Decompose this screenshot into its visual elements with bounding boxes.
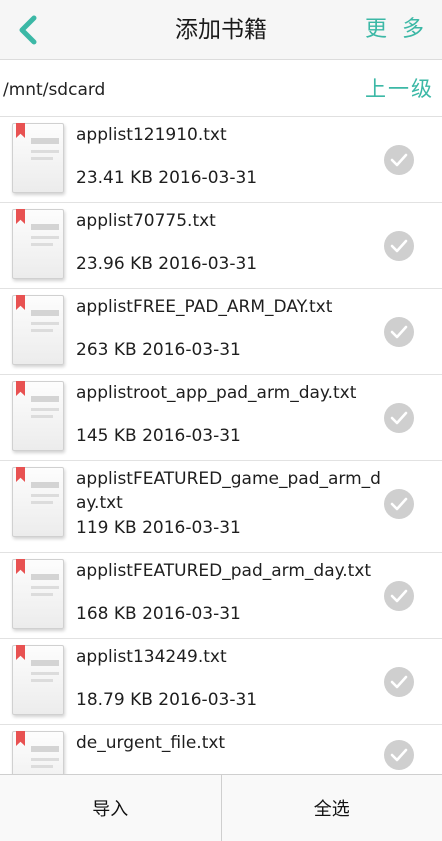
file-size: 18.79 KB bbox=[76, 690, 153, 710]
file-list-item[interactable]: de_urgent_file.txt bbox=[0, 725, 442, 774]
book-file-icon bbox=[12, 123, 64, 193]
checkmark-icon bbox=[390, 153, 408, 167]
file-size: 145 KB bbox=[76, 426, 137, 446]
file-meta: 145 KB 2016-03-31 bbox=[76, 425, 241, 447]
book-file-icon bbox=[12, 467, 64, 537]
file-name: applistFREE_PAD_ARM_DAY.txt bbox=[76, 297, 333, 317]
more-button[interactable]: 更 多 bbox=[365, 0, 428, 60]
book-file-icon bbox=[12, 559, 64, 629]
book-file-icon bbox=[12, 295, 64, 365]
book-file-icon bbox=[12, 209, 64, 279]
select-checkbox[interactable] bbox=[384, 403, 414, 433]
bookmark-ribbon-icon bbox=[16, 559, 25, 574]
checkmark-icon bbox=[390, 675, 408, 689]
file-size: 23.96 KB bbox=[76, 254, 153, 274]
file-name: applistroot_app_pad_arm_day.txt bbox=[76, 383, 357, 403]
select-checkbox[interactable] bbox=[384, 145, 414, 175]
file-date: 2016-03-31 bbox=[158, 168, 258, 188]
checkmark-icon bbox=[390, 239, 408, 253]
file-meta: 23.41 KB 2016-03-31 bbox=[76, 167, 257, 189]
header-bar: 添加书籍 更 多 bbox=[0, 0, 442, 60]
file-list: applist121910.txt 23.41 KB 2016-03-31 appl… bbox=[0, 117, 442, 774]
file-name: applistFEATURED_game_pad_arm_day.txt bbox=[76, 469, 381, 513]
select-checkbox[interactable] bbox=[384, 489, 414, 519]
import-button[interactable]: 导入 bbox=[0, 775, 221, 841]
file-name: applist70775.txt bbox=[76, 211, 216, 231]
current-path: /mnt/sdcard bbox=[3, 80, 106, 100]
file-list-item[interactable]: applist70775.txt 23.96 KB 2016-03-31 bbox=[0, 203, 442, 289]
file-meta: 23.96 KB 2016-03-31 bbox=[76, 253, 257, 275]
book-file-icon bbox=[12, 731, 64, 774]
checkmark-icon bbox=[390, 589, 408, 603]
file-size: 23.41 KB bbox=[76, 168, 153, 188]
checkmark-icon bbox=[390, 748, 408, 762]
file-name: applist134249.txt bbox=[76, 647, 227, 667]
bookmark-ribbon-icon bbox=[16, 467, 25, 482]
back-button[interactable] bbox=[6, 8, 50, 52]
file-date: 2016-03-31 bbox=[158, 690, 258, 710]
select-checkbox[interactable] bbox=[384, 740, 414, 770]
bookmark-ribbon-icon bbox=[16, 731, 25, 746]
file-name: de_urgent_file.txt bbox=[76, 733, 226, 753]
checkmark-icon bbox=[390, 497, 408, 511]
file-date: 2016-03-31 bbox=[142, 340, 241, 360]
file-size: 119 KB bbox=[76, 518, 137, 538]
bookmark-ribbon-icon bbox=[16, 295, 25, 310]
file-size: 168 KB bbox=[76, 604, 137, 624]
file-meta: 263 KB 2016-03-31 bbox=[76, 339, 241, 361]
select-checkbox[interactable] bbox=[384, 581, 414, 611]
file-meta: 18.79 KB 2016-03-31 bbox=[76, 689, 257, 711]
checkmark-icon bbox=[390, 325, 408, 339]
file-meta: 168 KB 2016-03-31 bbox=[76, 603, 241, 625]
bookmark-ribbon-icon bbox=[16, 209, 25, 224]
select-checkbox[interactable] bbox=[384, 231, 414, 261]
file-date: 2016-03-31 bbox=[142, 604, 241, 624]
file-list-item[interactable]: applistroot_app_pad_arm_day.txt 145 KB 20… bbox=[0, 375, 442, 461]
file-date: 2016-03-31 bbox=[142, 426, 241, 446]
parent-directory-button[interactable]: 上一级 bbox=[365, 61, 434, 117]
select-all-button[interactable]: 全选 bbox=[220, 775, 442, 841]
select-checkbox[interactable] bbox=[384, 317, 414, 347]
bottom-action-bar: 导入 全选 bbox=[0, 774, 442, 841]
book-file-icon bbox=[12, 645, 64, 715]
file-name: applistFEATURED_pad_arm_day.txt bbox=[76, 561, 372, 581]
path-bar: /mnt/sdcard 上一级 bbox=[0, 61, 442, 117]
checkmark-icon bbox=[390, 411, 408, 425]
select-checkbox[interactable] bbox=[384, 667, 414, 697]
bookmark-ribbon-icon bbox=[16, 645, 25, 660]
bookmark-ribbon-icon bbox=[16, 381, 25, 396]
file-list-item[interactable]: applistFEATURED_game_pad_arm_day.txt 119 … bbox=[0, 461, 442, 553]
file-name: applist121910.txt bbox=[76, 125, 227, 145]
file-list-item[interactable]: applistFREE_PAD_ARM_DAY.txt 263 KB 2016-0… bbox=[0, 289, 442, 375]
file-meta: 119 KB 2016-03-31 bbox=[76, 517, 241, 539]
book-file-icon bbox=[12, 381, 64, 451]
file-list-item[interactable]: applist134249.txt 18.79 KB 2016-03-31 bbox=[0, 639, 442, 725]
file-list-item[interactable]: applistFEATURED_pad_arm_day.txt 168 KB 20… bbox=[0, 553, 442, 639]
file-date: 2016-03-31 bbox=[158, 254, 258, 274]
file-list-item[interactable]: applist121910.txt 23.41 KB 2016-03-31 bbox=[0, 117, 442, 203]
file-size: 263 KB bbox=[76, 340, 137, 360]
file-date: 2016-03-31 bbox=[142, 518, 241, 538]
chevron-left-icon bbox=[19, 15, 37, 45]
bookmark-ribbon-icon bbox=[16, 123, 25, 138]
